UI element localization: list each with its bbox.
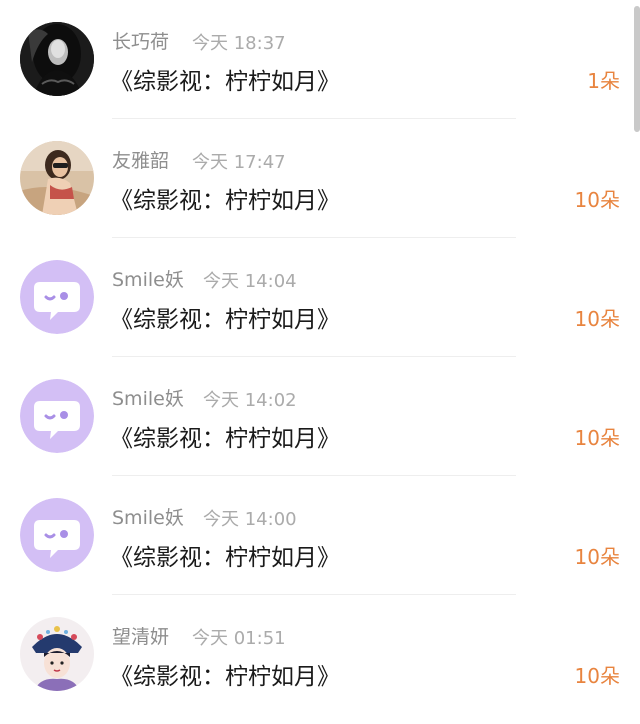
list-item[interactable]: Smile妖 今天 14:04 《综影视：柠柠如月》 10朵 [0, 238, 640, 357]
book-title[interactable]: 《综影视：柠柠如月》 [110, 181, 340, 215]
avatar[interactable] [20, 141, 94, 215]
book-title[interactable]: 《综影视：柠柠如月》 [110, 419, 340, 453]
timestamp: 今天 18:37 [192, 33, 286, 54]
avatar-photo [20, 141, 94, 215]
timestamp: 今天 14:00 [203, 509, 297, 530]
timestamp: 今天 14:04 [203, 271, 297, 292]
timestamp: 今天 17:47 [192, 152, 286, 173]
avatar[interactable] [20, 260, 94, 334]
user-name: 长巧荷 [112, 31, 170, 53]
avatar[interactable] [20, 498, 94, 572]
chat-bubble-icon [20, 260, 94, 334]
flower-count: 10朵 [574, 426, 620, 450]
user-name: Smile妖 [112, 269, 184, 291]
user-name: Smile妖 [112, 388, 184, 410]
avatar[interactable] [20, 379, 94, 453]
list-item[interactable]: Smile妖 今天 14:02 《综影视：柠柠如月》 10朵 [0, 357, 640, 476]
chat-bubble-icon [20, 498, 94, 572]
book-title[interactable]: 《综影视：柠柠如月》 [110, 62, 340, 96]
flower-count: 1朵 [587, 69, 620, 93]
flower-count: 10朵 [574, 307, 620, 331]
chat-bubble-icon [20, 379, 94, 453]
scrollbar[interactable] [634, 6, 640, 132]
flower-count: 10朵 [574, 188, 620, 212]
gift-record-list: 长巧荷 今天 18:37 《综影视：柠柠如月》 1朵 友雅韶 今天 17:47 … [0, 0, 640, 724]
user-name: 望清妍 [112, 626, 170, 648]
book-title[interactable]: 《综影视：柠柠如月》 [110, 657, 340, 691]
book-title[interactable]: 《综影视：柠柠如月》 [110, 300, 340, 334]
flower-count: 10朵 [574, 545, 620, 569]
user-name: Smile妖 [112, 507, 184, 529]
list-item[interactable]: Smile妖 今天 14:00 《综影视：柠柠如月》 10朵 [0, 476, 640, 595]
timestamp: 今天 14:02 [203, 390, 297, 411]
user-name: 友雅韶 [112, 150, 170, 172]
timestamp: 今天 01:51 [192, 628, 286, 649]
list-item[interactable]: 长巧荷 今天 18:37 《综影视：柠柠如月》 1朵 [0, 0, 640, 119]
book-title[interactable]: 《综影视：柠柠如月》 [110, 538, 340, 572]
list-item[interactable]: 友雅韶 今天 17:47 《综影视：柠柠如月》 10朵 [0, 119, 640, 238]
flower-count: 10朵 [574, 664, 620, 688]
list-item[interactable]: 望清妍 今天 01:51 《综影视：柠柠如月》 10朵 [0, 595, 640, 714]
avatar-illustration [20, 617, 94, 691]
avatar[interactable] [20, 617, 94, 691]
avatar[interactable] [20, 22, 94, 96]
avatar-photo [20, 22, 94, 96]
